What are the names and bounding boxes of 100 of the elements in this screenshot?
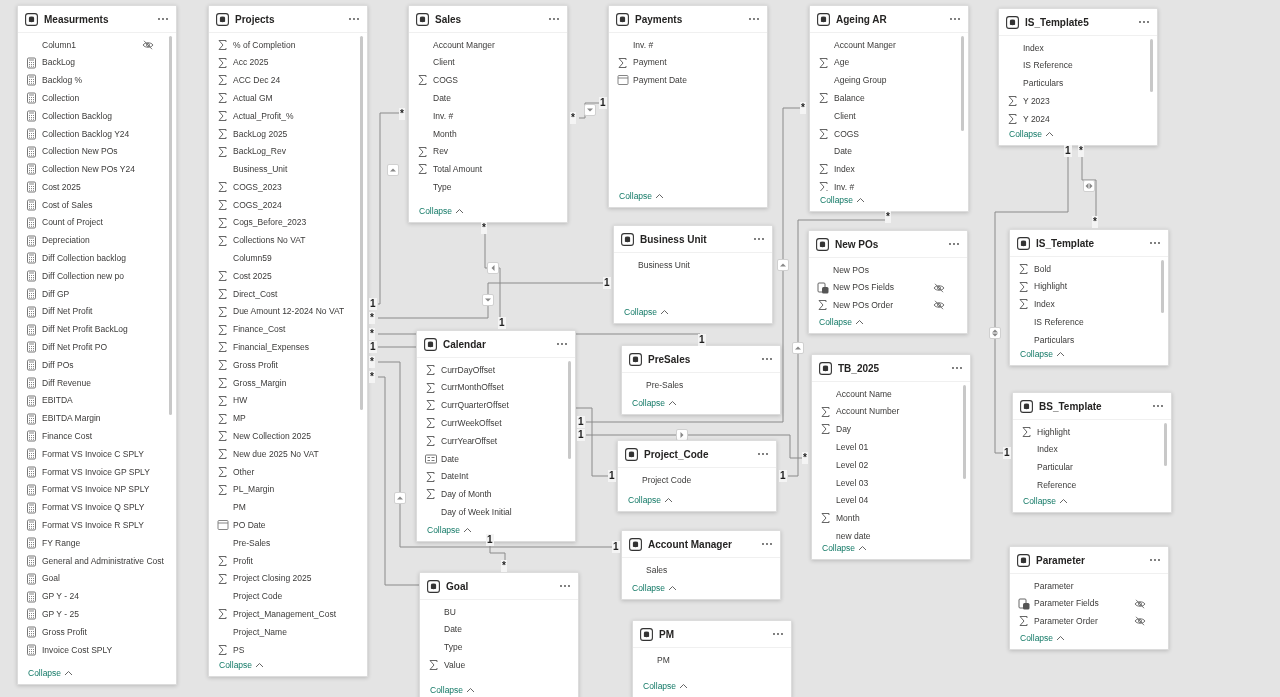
field-name[interactable]: Month [836,512,948,525]
field-name[interactable]: Gross Profit [42,625,154,639]
field-name[interactable]: Payment [633,56,745,70]
field-name[interactable]: Ageing Group [834,74,946,87]
field-name[interactable]: Diff Net Profit [42,305,154,319]
scrollbar-thumb[interactable] [963,385,966,480]
field-name[interactable]: Project Closing 2025 [233,572,345,586]
more-icon[interactable] [757,452,769,456]
table-card[interactable]: New POs New POs New POs Fields New POs Order Collapse [808,230,968,334]
field-name[interactable]: Project_Name [233,625,345,639]
field-name[interactable]: BackLog 2025 [233,127,345,141]
field-name[interactable]: Account Number [836,405,948,419]
field-name[interactable]: General and Administrative Cost [42,554,164,568]
more-icon[interactable] [951,366,963,370]
field-name[interactable]: PO Date [233,519,345,532]
field-name[interactable]: Diff Net Profit BackLog [42,323,154,336]
table-card[interactable]: Payments Inv. # Payment Payment Date Collapse [608,5,768,208]
field-name[interactable]: EBITDA Margin [42,412,154,425]
field-name[interactable]: Day of Month [441,488,553,501]
collapse-link[interactable]: Collapse [1020,629,1066,647]
more-icon[interactable] [556,342,568,346]
field-name[interactable]: Particulars [1023,77,1135,90]
collapse-link[interactable]: Collapse [624,303,670,321]
scrollbar-thumb[interactable] [568,361,571,459]
field-name[interactable]: Format VS Invoice Q SPLY [42,501,154,514]
field-name[interactable]: Collection New POs [42,145,154,159]
field-name[interactable]: Diff GP [42,287,154,301]
field-name[interactable]: Acc 2025 [233,56,345,70]
field-name[interactable]: Client [433,56,545,70]
more-icon[interactable] [1138,20,1150,24]
table-card[interactable]: Sales Account Manger Client COGS Date Inv. # Month Rev Total Amount Type Collapse [408,5,568,223]
collapse-link[interactable]: Collapse [819,313,865,331]
field-name[interactable]: Y 2023 [1023,94,1135,108]
field-name[interactable]: CurrDayOffset [441,363,553,377]
field-name[interactable]: New due 2025 No VAT [233,447,345,461]
collapse-link[interactable]: Collapse [1020,345,1066,363]
field-name[interactable]: Due Amount 12-2024 No VAT [233,305,345,319]
more-icon[interactable] [157,17,169,21]
field-name[interactable]: Cost 2025 [42,180,154,194]
more-icon[interactable] [1149,558,1161,562]
more-icon[interactable] [559,584,571,588]
collapse-link[interactable]: Collapse [419,202,465,220]
field-name[interactable]: ACC Dec 24 [233,74,345,87]
field-name[interactable]: Collections No VAT [233,234,345,248]
field-name[interactable]: Age [834,56,946,70]
more-icon[interactable] [761,357,773,361]
field-name[interactable]: PS [233,643,345,656]
field-name[interactable]: Diff Collection new po [42,269,154,283]
field-name[interactable]: Balance [834,91,946,105]
table-card[interactable]: TB_2025 Account Name Account Number Day Level 01 Level 02 Level 03 Level 04 Month new date Collapse [811,354,971,560]
field-name[interactable]: Account Manger [433,38,545,52]
table-card[interactable]: IS_Template Bold Highlight Index IS Reference Particulars Collapse [1009,229,1169,366]
collapse-link[interactable]: Collapse [628,491,674,509]
field-name[interactable]: COGS [433,74,545,87]
table-card[interactable] [208,5,368,677]
field-name[interactable]: IS Reference [1034,315,1146,329]
field-name[interactable]: Payment Date [633,74,745,87]
field-name[interactable]: BackLog [42,56,154,70]
collapse-link[interactable]: Collapse [820,191,866,209]
collapse-link[interactable]: Collapse [219,656,265,674]
field-name[interactable]: Goal [42,572,154,586]
field-name[interactable]: BU [444,605,556,619]
field-name[interactable]: CurrYearOffset [441,434,553,448]
field-name[interactable]: Finance Cost [42,430,154,443]
more-icon[interactable] [548,17,560,21]
field-name[interactable]: Direct_Cost [233,287,345,301]
collapse-link[interactable]: Collapse [619,187,665,205]
field-name[interactable]: Date [433,91,545,105]
table-card[interactable]: Account Manager Sales Collapse [621,530,781,600]
collapse-link[interactable]: Collapse [28,664,74,682]
field-name[interactable]: Date [441,452,553,466]
field-name[interactable]: COGS_2024 [233,198,345,212]
field-name[interactable]: Depreciation [42,234,154,248]
collapse-link[interactable]: Collapse [632,579,678,597]
field-name[interactable]: CurrMonthOffset [441,381,553,395]
field-name[interactable]: New POs [833,263,945,277]
field-name[interactable]: Account Name [836,387,948,401]
field-name[interactable]: FY Range [42,536,154,550]
field-name[interactable]: Y 2024 [1023,112,1135,125]
more-icon[interactable] [772,632,784,636]
field-name[interactable]: Day [836,423,948,436]
field-name[interactable]: Day of Week Initial [441,505,553,519]
scrollbar-thumb[interactable] [360,36,363,410]
field-name[interactable]: Collection Backlog Y24 [42,127,154,141]
field-name[interactable]: Index [834,163,946,176]
field-name[interactable]: Collection Backlog [42,109,154,123]
field-name[interactable]: Date [834,145,946,159]
more-icon[interactable] [949,17,961,21]
scrollbar-thumb[interactable] [961,36,964,131]
field-name[interactable]: Inv. # [433,109,545,123]
field-name[interactable]: Total Amount [433,163,545,176]
table-card[interactable]: Parameter Parameter Parameter Fields Parameter Order Collapse [1009,546,1169,650]
field-name[interactable]: COGS [834,127,946,141]
field-name[interactable]: CurrWeekOffset [441,416,553,430]
field-name[interactable]: Format VS Invoice R SPLY [42,519,154,532]
field-name[interactable]: Other [233,465,345,479]
table-card[interactable]: PM PM Collapse [632,620,792,697]
collapse-link[interactable]: Collapse [643,677,689,695]
field-name[interactable]: PM [657,653,769,667]
field-name[interactable]: Inv. # [834,180,946,191]
